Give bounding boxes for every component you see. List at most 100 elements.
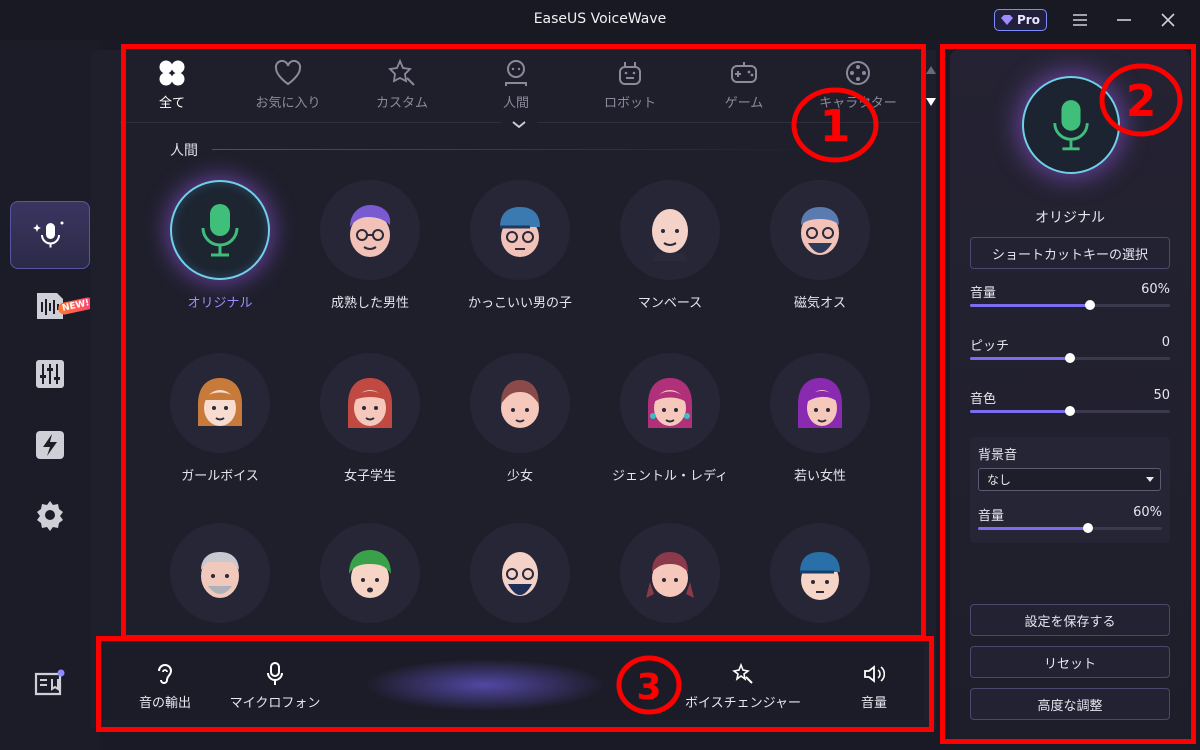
voice-label: マンベース [637, 296, 703, 311]
slider-track[interactable] [970, 353, 1170, 363]
voice-item-cool-boy[interactable]: かっこいい男の子 [445, 175, 595, 325]
slider-track[interactable] [978, 523, 1162, 533]
slider-value: 50 [1153, 388, 1170, 403]
scroll-up-arrow-icon[interactable] [925, 64, 937, 76]
sliders-icon [36, 360, 64, 388]
voice-item-magnetic-male[interactable]: 磁気オス [745, 175, 895, 325]
button-label: マイクロフォン [229, 696, 321, 711]
slider-track[interactable] [970, 406, 1170, 416]
menu-button[interactable] [1067, 8, 1093, 32]
minimize-button[interactable] [1111, 8, 1137, 32]
tab-label: ロボット [603, 96, 656, 111]
reset-button[interactable]: リセット [970, 646, 1170, 678]
title-bar: EaseUS VoiceWave Pro [0, 0, 1200, 40]
selected-voice-name: オリジナル [1035, 210, 1105, 226]
slider-knob[interactable] [1083, 523, 1094, 533]
diamond-icon [1001, 15, 1014, 25]
voice-item-original[interactable]: オリジナル [145, 175, 295, 325]
voice-label: 磁気オス [793, 296, 846, 311]
slider-label: 音色 [970, 392, 997, 407]
slider-label: 音量 [970, 286, 997, 301]
voice-changer-button[interactable]: ボイスチェンジャー [685, 662, 801, 712]
tab-human[interactable]: 人間 [466, 58, 566, 114]
microphone-icon [201, 204, 239, 257]
little-girl-icon [501, 380, 539, 428]
person-icon [505, 60, 527, 86]
voice-label: オリジナル [187, 296, 253, 311]
minimize-icon [1117, 19, 1131, 21]
tab-game[interactable]: ゲーム [694, 58, 794, 114]
slider-fill [970, 357, 1070, 360]
tab-robot[interactable]: ロボット [580, 58, 680, 114]
save-settings-button[interactable]: 設定を保存する [970, 604, 1170, 636]
hamburger-icon [1073, 14, 1087, 26]
voice-label: 成熟した男性 [330, 296, 409, 311]
voice-item-girl-voice[interactable]: ガールボイス [145, 348, 295, 498]
background-sound-title: 背景音 [978, 448, 1018, 463]
film-reel-icon [846, 61, 870, 85]
microphone-button[interactable]: マイクロフォン [230, 662, 320, 712]
tab-all[interactable]: 全て [122, 58, 222, 114]
button-label: 音量 [860, 696, 887, 711]
slider-knob[interactable] [1065, 353, 1075, 363]
voice-item-schoolgirl[interactable]: 女子学生 [295, 348, 445, 498]
clover-icon [159, 60, 185, 86]
button-label: ボイスチェンジャー [685, 696, 801, 711]
tab-label: 人間 [502, 96, 529, 111]
robot-icon [619, 62, 641, 85]
sidebar-item-voice-changer[interactable] [10, 201, 90, 269]
pro-badge[interactable]: Pro [994, 9, 1047, 31]
slider-track[interactable] [970, 300, 1170, 310]
slider-knob[interactable] [1085, 300, 1095, 310]
girl-bangs-icon [198, 378, 242, 426]
slider-knob[interactable] [1065, 406, 1075, 416]
custom-star-icon [388, 58, 415, 86]
background-sound-select[interactable]: なし [978, 468, 1161, 491]
sidebar-item-guide[interactable] [10, 650, 90, 718]
voice-item-little-girl[interactable]: 少女 [445, 348, 595, 498]
microphone-icon [267, 662, 283, 685]
voice-item-mature-man[interactable]: 成熟した男性 [295, 175, 445, 325]
sidebar-item-quick[interactable] [10, 411, 90, 479]
volume-button[interactable]: 音量 [852, 662, 896, 712]
category-tabs: 全て お気に入り カスタム 人間 ロボット ゲーム キャラクター [120, 58, 920, 122]
close-button[interactable] [1155, 8, 1181, 32]
bald-man-icon [652, 209, 688, 261]
man-glasses-purple-icon [350, 205, 391, 257]
timbre-slider[interactable]: 音色 50 [970, 388, 1170, 428]
voice-label: ガールボイス [181, 469, 259, 484]
voice-item-young-woman[interactable]: 若い女性 [745, 348, 895, 498]
bald-bearded-man-icon [502, 552, 538, 596]
pitch-slider[interactable]: ピッチ 0 [970, 335, 1170, 375]
sidebar-item-mixer[interactable] [10, 340, 90, 408]
voice-item-man-bass[interactable]: マンベース [595, 175, 745, 325]
heart-icon [274, 59, 302, 86]
green-kid-icon [349, 550, 391, 598]
slider-label: ピッチ [970, 339, 1010, 354]
tab-label: カスタム [375, 96, 428, 111]
sidebar-item-settings[interactable] [10, 481, 90, 549]
volume-slider[interactable]: 音量 60% [970, 282, 1170, 322]
slider-fill [970, 410, 1070, 413]
shortcut-key-button[interactable]: ショートカットキーの選択 [970, 237, 1170, 269]
voice-label: 少女 [506, 469, 533, 484]
close-icon [1161, 13, 1175, 27]
tab-favorites[interactable]: お気に入り [238, 58, 338, 114]
audio-output-button[interactable]: 音の輸出 [134, 662, 196, 712]
voice-label: かっこいい男の子 [467, 296, 572, 311]
lightning-icon [36, 431, 64, 459]
tab-label: 全て [158, 96, 185, 111]
background-volume-slider[interactable]: 音量 60% [978, 505, 1162, 545]
voice-item-gentle-lady[interactable]: ジェントル・レディ [595, 348, 745, 498]
cap-boy-icon [800, 552, 840, 600]
slider-fill [978, 527, 1089, 530]
voice-label: 若い女性 [793, 469, 846, 484]
tab-label: キャラクター [819, 96, 897, 111]
advanced-adjust-button[interactable]: 高度な調整 [970, 688, 1170, 720]
bearded-man-icon [801, 207, 839, 255]
voice-label: 女子学生 [343, 469, 396, 484]
scroll-down-arrow-icon[interactable] [925, 96, 937, 108]
tab-custom[interactable]: カスタム [352, 58, 452, 114]
speaker-icon [864, 665, 885, 683]
tab-character[interactable]: キャラクター [808, 58, 908, 114]
